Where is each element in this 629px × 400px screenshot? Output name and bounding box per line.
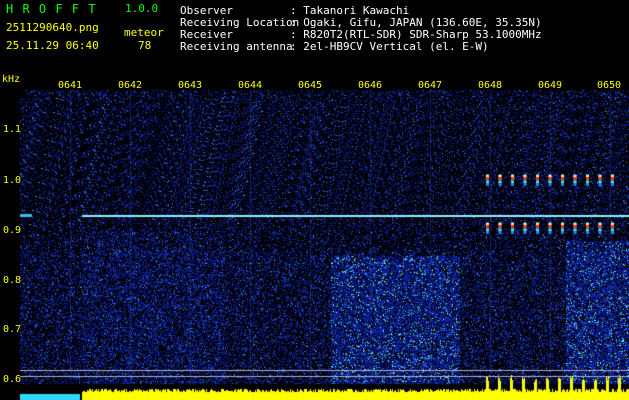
time-label: 0650 (597, 80, 622, 91)
time-label: 0641 (58, 80, 83, 91)
file-name: 2511290640.png (6, 21, 99, 34)
header-panel: H R O F F T 1.0.0 2511290640.png meteor … (0, 0, 629, 74)
freq-label: 0.8 (3, 275, 22, 286)
meteor-label: meteor (124, 26, 164, 39)
freq-label: 0.9 (3, 225, 22, 236)
time-label: 0643 (178, 80, 203, 91)
time-label: 0647 (418, 80, 443, 91)
time-label: 0648 (478, 80, 503, 91)
app-title: H R O F F T (6, 2, 97, 16)
time-label: 0646 (358, 80, 383, 91)
antenna-label: Receiving antenna (180, 40, 293, 53)
spectrogram-plot (0, 74, 629, 400)
capture-datetime: 25.11.29 06:40 (6, 39, 99, 52)
freq-label: 0.7 (3, 324, 22, 335)
antenna-value: : 2el-HB9CV Vertical (el. E-W) (290, 40, 489, 53)
freq-label: 1.0 (3, 175, 22, 186)
time-label: 0649 (538, 80, 563, 91)
time-label: 0642 (118, 80, 143, 91)
time-label: 0644 (238, 80, 263, 91)
time-label: 0645 (298, 80, 323, 91)
freq-label: 0.6 (3, 374, 22, 385)
meteor-count: 78 (138, 39, 152, 52)
app-version: 1.0.0 (125, 2, 159, 15)
unit-label: kHz (2, 74, 21, 85)
freq-label: 1.1 (3, 124, 22, 135)
